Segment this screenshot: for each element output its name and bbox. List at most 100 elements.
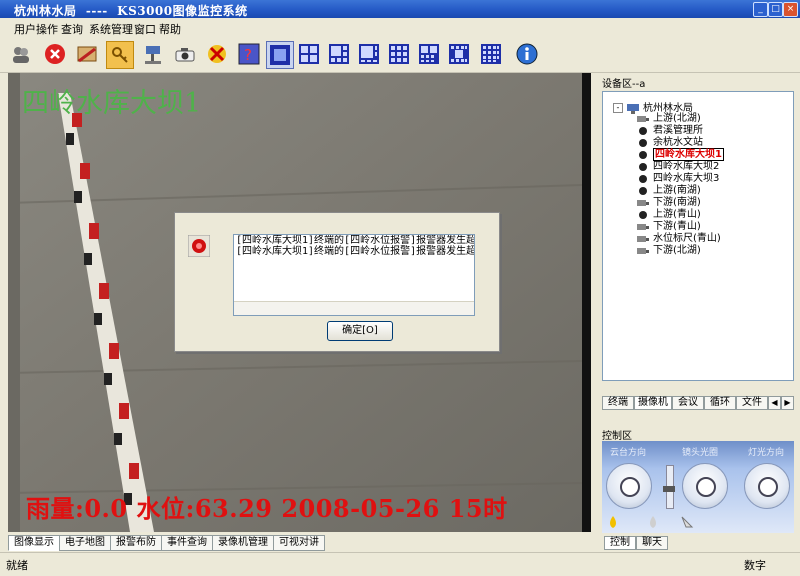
status-text: 就绪 xyxy=(6,559,28,572)
layout-16-icon xyxy=(481,44,501,64)
title-bar: 杭州林水局 ---- KS3000图像监控系统 _ □ × xyxy=(0,0,800,18)
minimize-button[interactable]: _ xyxy=(753,2,768,17)
collapse-icon[interactable]: - xyxy=(613,103,623,113)
layout-9-button[interactable] xyxy=(386,41,412,67)
alarm-message-line-1: [四岭水库大坝1]终端的[四岭水位报警]报警器发生超 xyxy=(236,235,475,246)
tree-root[interactable]: - 杭州林水局 xyxy=(613,99,693,114)
tab-cycle[interactable]: 循环 xyxy=(704,396,736,410)
light-direction-label: 灯光方向 xyxy=(748,448,785,458)
light-on-icon[interactable] xyxy=(606,515,620,529)
layout-16-button[interactable] xyxy=(478,41,504,67)
tab-file[interactable]: 文件 xyxy=(736,396,768,410)
menu-user-ops[interactable]: 用户操作 xyxy=(14,21,58,37)
tab-chat[interactable]: 聊天 xyxy=(636,536,668,550)
ptz-direction-dial[interactable] xyxy=(606,463,652,509)
menu-system[interactable]: 系统管理 xyxy=(89,21,133,37)
tab-terminal[interactable]: 终端 xyxy=(602,396,634,410)
layout-6-button[interactable] xyxy=(326,41,352,67)
tab-video-intercom[interactable]: 可视对讲 xyxy=(273,535,325,551)
osd-rain-water-level: 雨量:0.0 水位:63.29 2008-05-26 15时 xyxy=(26,494,508,523)
tab-e-map[interactable]: 电子地图 xyxy=(59,535,111,551)
network-root-icon xyxy=(627,103,639,114)
help-question-button[interactable]: ? xyxy=(236,41,262,67)
tab-recorder-mgmt[interactable]: 录像机管理 xyxy=(212,535,274,551)
tree-item[interactable]: 上游(青山) xyxy=(637,209,701,221)
control-area-header: 控制区 xyxy=(602,431,632,442)
tree-item[interactable]: 上游(南湖) xyxy=(637,185,701,197)
iris-center-icon xyxy=(696,477,716,497)
tree-item[interactable]: 上游(北湖) xyxy=(637,113,701,125)
tree-item-selected[interactable]: 四岭水库大坝1 xyxy=(637,148,724,161)
key-button[interactable] xyxy=(106,41,134,69)
network-icon xyxy=(145,46,161,64)
window-title: 杭州林水局 ---- KS3000图像监控系统 xyxy=(14,4,248,18)
layout-13-button[interactable] xyxy=(446,41,472,67)
control-panel: 云台方向 镜头光圈 灯光方向 xyxy=(602,441,794,533)
video-frame-edge xyxy=(582,73,591,532)
tree-item[interactable]: 下游(南湖) xyxy=(637,197,701,209)
status-input-mode: 数字 xyxy=(744,559,766,572)
tab-meeting[interactable]: 会议 xyxy=(672,396,704,410)
tab-scroll-left[interactable]: ◀ xyxy=(768,396,781,410)
menu-window[interactable]: 窗口 xyxy=(134,21,156,37)
users-button[interactable] xyxy=(8,41,34,67)
close-button[interactable]: × xyxy=(783,2,798,17)
maximize-button[interactable]: □ xyxy=(768,2,783,17)
camera-button[interactable] xyxy=(172,41,198,67)
layout-9-icon xyxy=(389,44,409,64)
camera-icon xyxy=(637,115,649,122)
users-icon xyxy=(13,47,29,63)
tab-camera[interactable]: 摄像机 xyxy=(634,396,672,410)
tree-item[interactable]: 下游(北湖) xyxy=(637,245,701,257)
tree-item[interactable]: 四岭水库大坝3 xyxy=(637,173,719,185)
menu-help[interactable]: 帮助 xyxy=(159,21,181,37)
control-area: 控制区 云台方向 镜头光圈 灯光方向 xyxy=(600,425,796,535)
dome-camera-icon xyxy=(639,186,647,195)
layout-1-button[interactable] xyxy=(266,41,294,69)
tab-image-display[interactable]: 图像显示 xyxy=(8,535,60,551)
ptz-center-icon xyxy=(620,477,640,497)
tree-item[interactable]: 水位标尺(青山) xyxy=(637,233,721,245)
ok-button[interactable]: 确定[O] xyxy=(327,321,393,341)
tab-control[interactable]: 控制 xyxy=(604,536,636,550)
question-icon: ? xyxy=(238,43,260,65)
zoom-slider[interactable] xyxy=(663,465,675,509)
stop-button[interactable] xyxy=(42,41,68,67)
menu-bar: 用户操作 查询 系统管理 窗口 帮助 xyxy=(0,18,800,36)
toolbar: ? xyxy=(0,36,800,73)
dome-camera-icon xyxy=(639,150,647,159)
layout-4-button[interactable] xyxy=(296,41,322,67)
layout-4-icon xyxy=(299,44,319,64)
tab-alarm-defense[interactable]: 报警布防 xyxy=(110,535,162,551)
light-off-icon[interactable] xyxy=(646,515,660,529)
edit-button[interactable] xyxy=(74,41,100,67)
layout-10-icon xyxy=(419,44,439,64)
close-red-icon xyxy=(45,44,65,64)
tab-scroll-right[interactable]: ▶ xyxy=(781,396,794,410)
menu-query[interactable]: 查询 xyxy=(61,21,83,37)
horizontal-scrollbar[interactable] xyxy=(234,301,474,315)
tab-event-query[interactable]: 事件查询 xyxy=(161,535,213,551)
lens-iris-dial[interactable] xyxy=(682,463,728,509)
alarm-message-box[interactable]: [四岭水库大坝1]终端的[四岭水位报警]报警器发生超 [四岭水库大坝1]终端的[… xyxy=(233,234,475,316)
dome-camera-icon xyxy=(639,162,647,171)
camera-icon xyxy=(637,235,649,242)
network-button[interactable] xyxy=(140,41,166,67)
pencil-icon xyxy=(77,46,97,63)
light-direction-dial[interactable] xyxy=(744,463,790,509)
info-button[interactable] xyxy=(514,41,540,67)
device-area: 设备区--a - 杭州林水局 上游(北湖) 君溪管理所 余杭水文站 四岭水库大坝1… xyxy=(600,73,796,389)
layout-8-button[interactable] xyxy=(356,41,382,67)
layout-10-button[interactable] xyxy=(416,41,442,67)
wiper-icon[interactable] xyxy=(680,515,694,529)
tree-item[interactable]: 四岭水库大坝2 xyxy=(637,161,719,173)
zoom-slider-thumb[interactable] xyxy=(663,486,675,492)
alarm-clear-button[interactable] xyxy=(204,41,230,67)
alarm-dialog: [四岭水库大坝1]终端的[四岭水位报警]报警器发生超 [四岭水库大坝1]终端的[… xyxy=(174,212,500,352)
light-center-icon xyxy=(758,477,778,497)
tree-item[interactable]: 君溪管理所 xyxy=(637,125,703,137)
device-tree[interactable]: - 杭州林水局 上游(北湖) 君溪管理所 余杭水文站 四岭水库大坝1 四岭水库大坝… xyxy=(602,91,794,381)
tree-item[interactable]: 下游(青山) xyxy=(637,221,701,233)
layout-13-icon xyxy=(449,44,469,64)
info-icon xyxy=(516,43,538,65)
